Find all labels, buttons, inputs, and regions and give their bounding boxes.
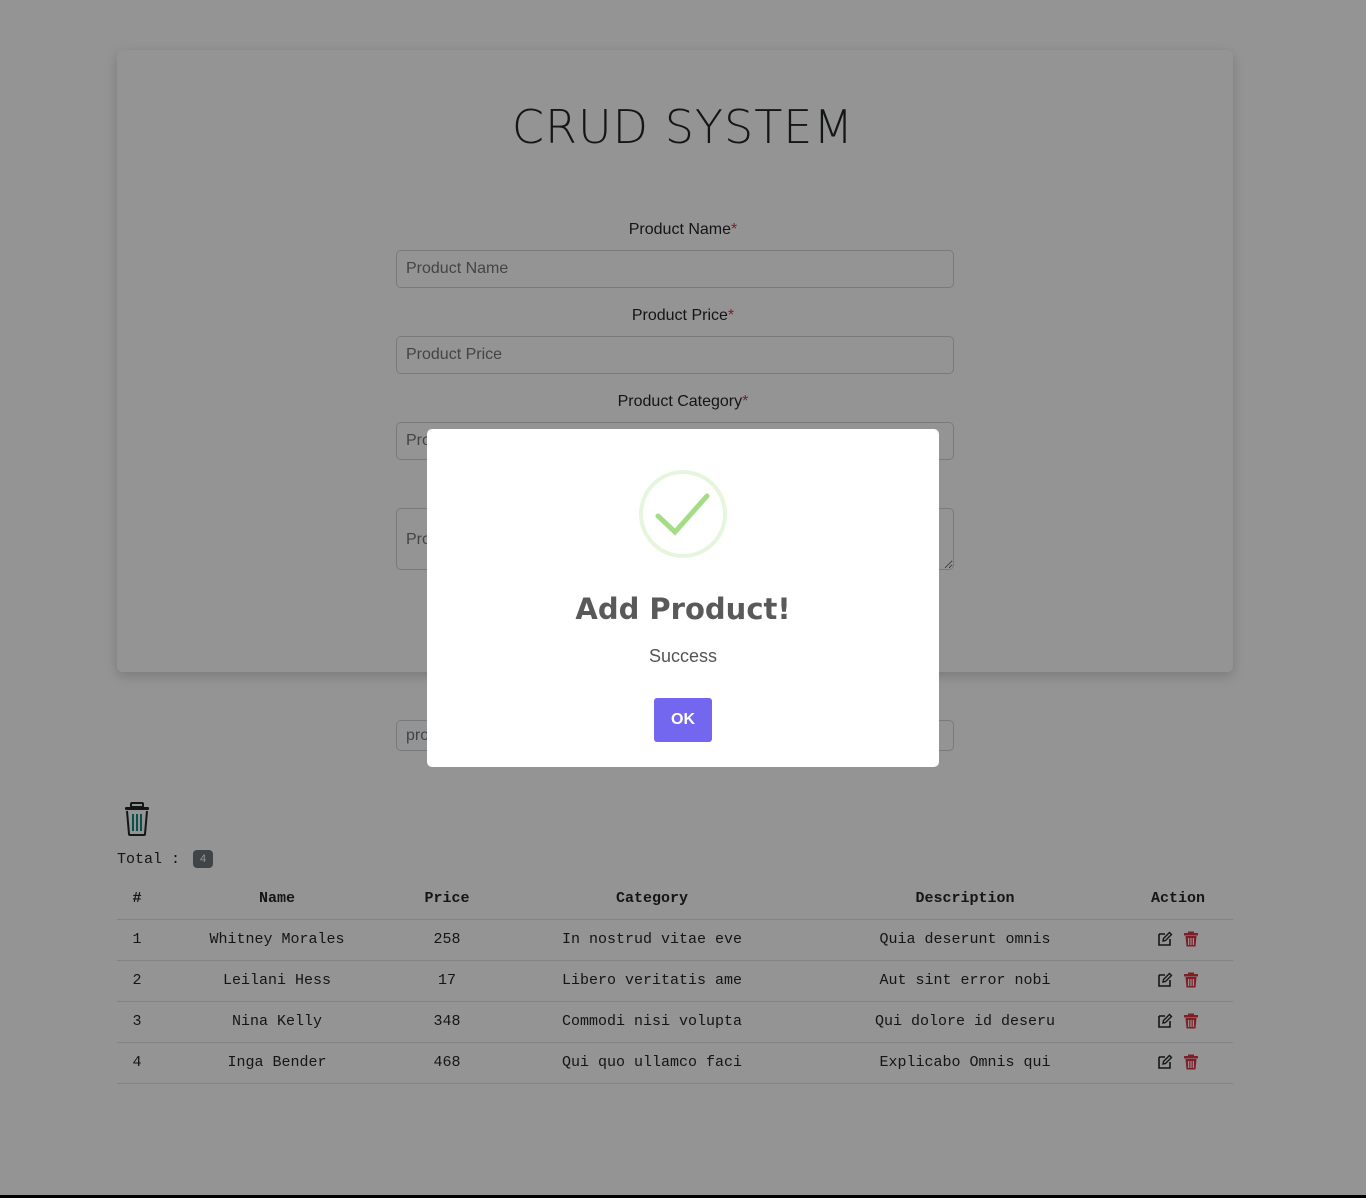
ok-button[interactable]: OK [654, 698, 712, 742]
dialog-text: Success [648, 646, 718, 666]
success-check-icon [638, 469, 728, 559]
dialog-title: Add Product! [575, 592, 791, 626]
success-dialog: Add Product! Success OK [427, 429, 939, 767]
